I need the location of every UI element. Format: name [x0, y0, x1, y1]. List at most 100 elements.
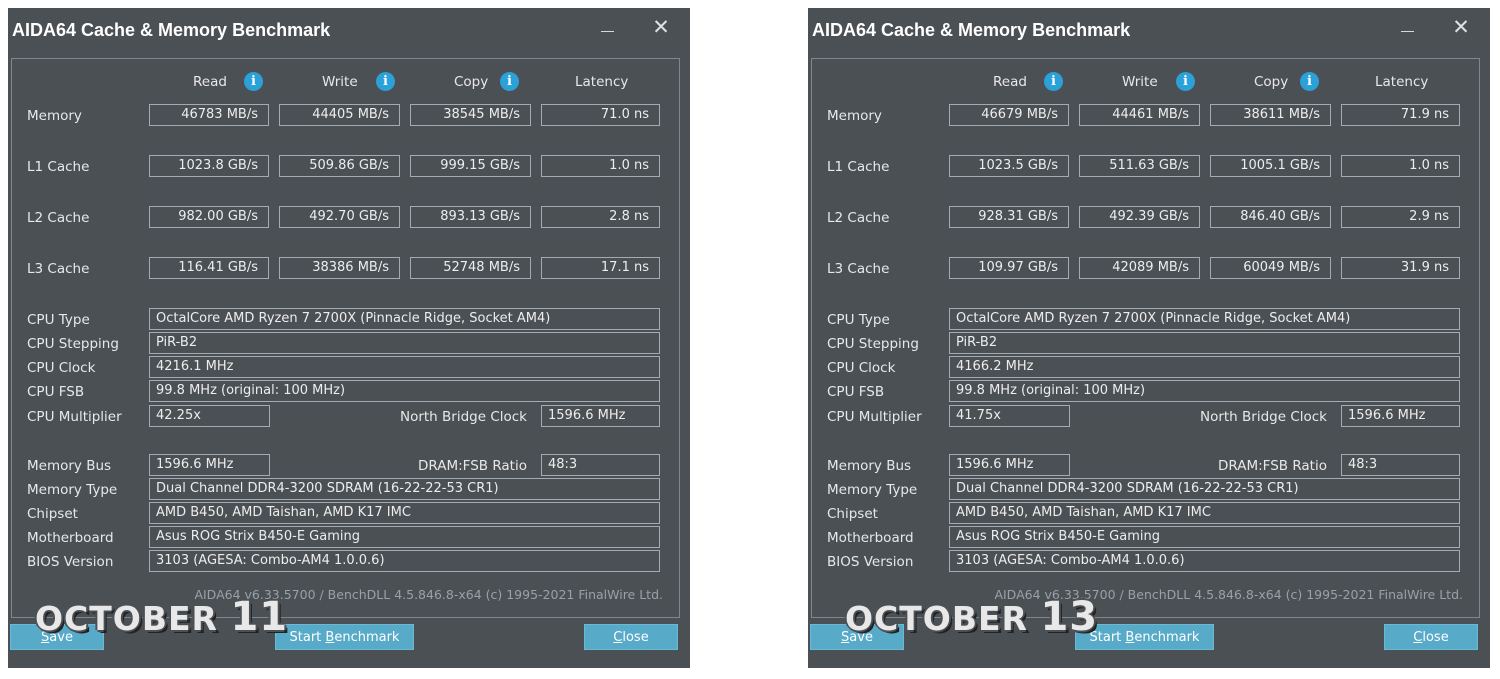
- row-label-l2: L2 Cache: [27, 210, 90, 226]
- row-label-l1: L1 Cache: [827, 159, 890, 175]
- label-chipset: Chipset: [27, 506, 78, 522]
- value-cpu-multiplier: 42.25x: [149, 405, 270, 427]
- row-label-l3: L3 Cache: [27, 261, 90, 277]
- label-bios: BIOS Version: [27, 554, 114, 570]
- info-icon[interactable]: i: [1176, 72, 1195, 91]
- close-icon[interactable]: ✕: [646, 11, 676, 45]
- memory-read: 46783 MB/s: [149, 104, 269, 126]
- value-dram-fsb: 48:3: [541, 454, 660, 476]
- label-nb-clock: North Bridge Clock: [399, 409, 527, 425]
- close-button[interactable]: Close: [584, 624, 678, 650]
- overlay-number: 13: [1040, 594, 1099, 640]
- memory-copy: 38611 MB/s: [1210, 104, 1331, 126]
- l3-copy: 52748 MB/s: [410, 257, 531, 279]
- value-dram-fsb: 48:3: [1341, 454, 1460, 476]
- info-icon[interactable]: i: [500, 72, 519, 91]
- memory-copy: 38545 MB/s: [410, 104, 531, 126]
- l2-write: 492.39 GB/s: [1079, 206, 1200, 228]
- column-latency: Latency: [575, 74, 629, 90]
- value-cpu-type: OctalCore AMD Ryzen 7 2700X (Pinnacle Ri…: [149, 308, 660, 330]
- info-icon[interactable]: i: [244, 72, 263, 91]
- date-overlay: OCTOBER 11: [35, 594, 288, 640]
- label-motherboard: Motherboard: [827, 530, 914, 546]
- info-icon[interactable]: i: [1044, 72, 1063, 91]
- l2-write: 492.70 GB/s: [279, 206, 400, 228]
- column-read: Read: [993, 74, 1027, 90]
- l3-latency: 17.1 ns: [541, 257, 660, 279]
- value-cpu-multiplier: 41.75x: [949, 405, 1070, 427]
- value-cpu-fsb: 99.8 MHz (original: 100 MHz): [949, 380, 1460, 402]
- value-nb-clock: 1596.6 MHz: [1341, 405, 1460, 427]
- column-write: Write: [1122, 74, 1158, 90]
- value-memory-type: Dual Channel DDR4-3200 SDRAM (16-22-22-5…: [949, 478, 1460, 500]
- label-bios: BIOS Version: [827, 554, 914, 570]
- minimize-icon[interactable]: [593, 10, 623, 44]
- l3-write: 38386 MB/s: [279, 257, 400, 279]
- column-latency: Latency: [1375, 74, 1429, 90]
- l1-copy: 999.15 GB/s: [410, 155, 531, 177]
- label-cpu-clock: CPU Clock: [827, 360, 896, 376]
- l1-copy: 1005.1 GB/s: [1210, 155, 1331, 177]
- close-icon[interactable]: ✕: [1446, 11, 1476, 45]
- l3-write: 42089 MB/s: [1079, 257, 1200, 279]
- label-cpu-fsb: CPU FSB: [827, 384, 885, 400]
- overlay-number: 11: [230, 594, 289, 640]
- l3-read: 109.97 GB/s: [949, 257, 1069, 279]
- l1-read: 1023.8 GB/s: [149, 155, 269, 177]
- l1-latency: 1.0 ns: [541, 155, 660, 177]
- title-bar[interactable]: AIDA64 Cache & Memory Benchmark ✕: [808, 8, 1490, 50]
- value-motherboard: Asus ROG Strix B450-E Gaming: [949, 526, 1460, 548]
- date-overlay: OCTOBER 13: [845, 594, 1098, 640]
- label-memory-bus: Memory Bus: [27, 458, 112, 474]
- title-bar[interactable]: AIDA64 Cache & Memory Benchmark ✕: [8, 8, 690, 50]
- value-bios: 3103 (AGESA: Combo-AM4 1.0.0.6): [949, 550, 1460, 572]
- row-label-l2: L2 Cache: [827, 210, 890, 226]
- memory-write: 44405 MB/s: [279, 104, 400, 126]
- value-cpu-clock: 4166.2 MHz: [949, 356, 1460, 378]
- value-memory-bus: 1596.6 MHz: [149, 454, 270, 476]
- start-benchmark-button[interactable]: Start Benchmark: [275, 624, 414, 650]
- info-icon[interactable]: i: [1300, 72, 1319, 91]
- memory-read: 46679 MB/s: [949, 104, 1069, 126]
- column-read: Read: [193, 74, 227, 90]
- l2-latency: 2.9 ns: [1341, 206, 1460, 228]
- row-label-l1: L1 Cache: [27, 159, 90, 175]
- close-label: lose: [1422, 630, 1449, 645]
- memory-latency: 71.9 ns: [1341, 104, 1460, 126]
- l2-read: 928.31 GB/s: [949, 206, 1069, 228]
- label-cpu-type: CPU Type: [827, 312, 890, 328]
- start-label-post: enchmark: [334, 630, 400, 645]
- benchmark-window-left: AIDA64 Cache & Memory Benchmark ✕ Read i…: [8, 8, 690, 668]
- l3-latency: 31.9 ns: [1341, 257, 1460, 279]
- memory-latency: 71.0 ns: [541, 104, 660, 126]
- l1-read: 1023.5 GB/s: [949, 155, 1069, 177]
- label-cpu-clock: CPU Clock: [27, 360, 96, 376]
- row-label-memory: Memory: [827, 108, 882, 124]
- value-memory-bus: 1596.6 MHz: [949, 454, 1070, 476]
- info-icon[interactable]: i: [376, 72, 395, 91]
- label-cpu-stepping: CPU Stepping: [827, 336, 919, 352]
- l2-read: 982.00 GB/s: [149, 206, 269, 228]
- close-label: lose: [622, 630, 649, 645]
- l1-write: 509.86 GB/s: [279, 155, 400, 177]
- value-cpu-stepping: PiR-B2: [949, 332, 1460, 354]
- minimize-icon[interactable]: [1393, 10, 1423, 44]
- overlay-text: OCTOBER: [35, 599, 231, 638]
- label-dram-fsb: DRAM:FSB Ratio: [1218, 458, 1327, 474]
- value-chipset: AMD B450, AMD Taishan, AMD K17 IMC: [949, 502, 1460, 524]
- value-cpu-type: OctalCore AMD Ryzen 7 2700X (Pinnacle Ri…: [949, 308, 1460, 330]
- value-memory-type: Dual Channel DDR4-3200 SDRAM (16-22-22-5…: [149, 478, 660, 500]
- close-button[interactable]: Close: [1384, 624, 1478, 650]
- start-underline: B: [325, 630, 335, 645]
- start-label-post: enchmark: [1134, 630, 1200, 645]
- l3-copy: 60049 MB/s: [1210, 257, 1331, 279]
- memory-write: 44461 MB/s: [1079, 104, 1200, 126]
- start-label-pre: Start: [289, 630, 326, 645]
- label-cpu-stepping: CPU Stepping: [27, 336, 119, 352]
- l2-copy: 893.13 GB/s: [410, 206, 531, 228]
- l2-latency: 2.8 ns: [541, 206, 660, 228]
- label-cpu-fsb: CPU FSB: [27, 384, 85, 400]
- label-cpu-multiplier: CPU Multiplier: [827, 409, 922, 425]
- label-nb-clock: North Bridge Clock: [1199, 409, 1327, 425]
- label-dram-fsb: DRAM:FSB Ratio: [418, 458, 527, 474]
